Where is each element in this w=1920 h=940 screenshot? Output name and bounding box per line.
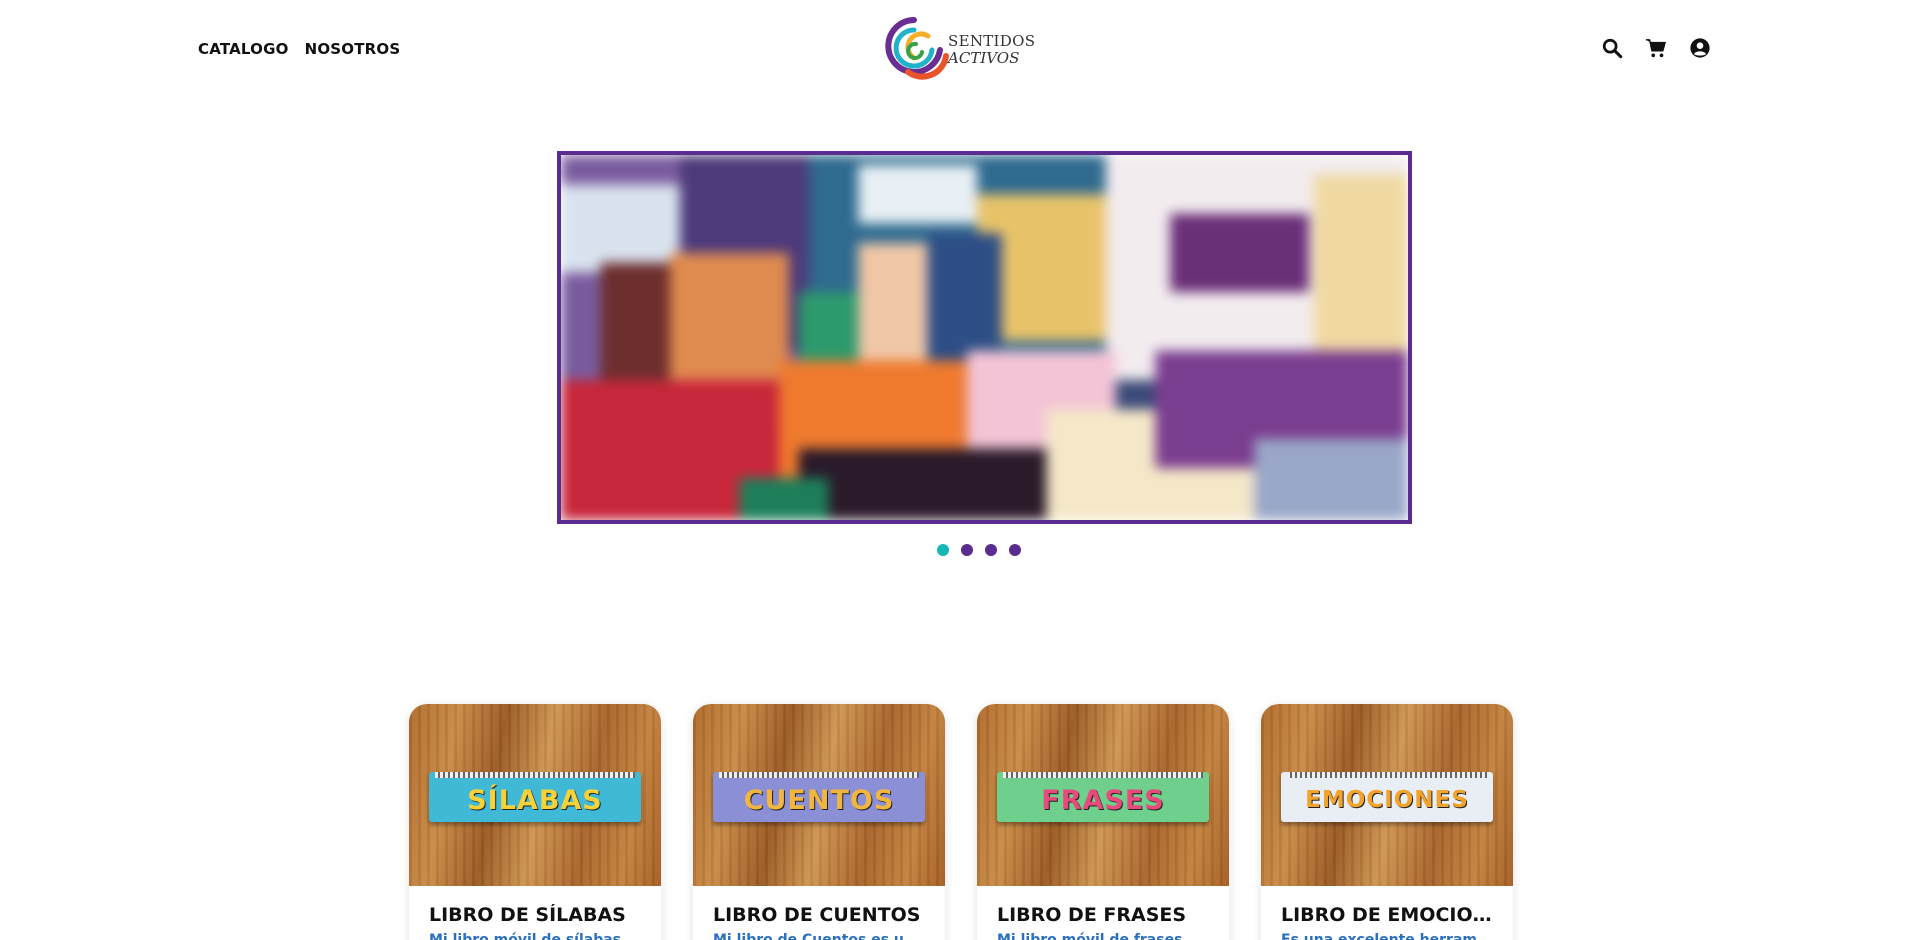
header-icons [1600,36,1712,60]
nav-nosotros-link[interactable]: NOSOTROS [305,40,401,58]
product-title: LIBRO DE FRASES [997,904,1187,926]
carousel-indicators [937,544,1021,556]
product-description: Mi libro móvil de sílabas es un recurso … [429,932,641,940]
product-card[interactable]: FRASES LIBRO DE FRASES Mi libro móvil de… [977,704,1229,940]
logo-line2: ACTIVOS [948,49,1020,67]
nav-catalogo-link[interactable]: CATALOGO [198,40,289,58]
book-cover-word: CUENTOS [743,784,895,816]
product-image: CUENTOS [693,704,945,886]
product-image: FRASES [977,704,1229,886]
product-image: SÍLABAS [409,704,661,886]
product-card[interactable]: SÍLABAS LIBRO DE SÍLABAS Mi libro móvil … [409,704,661,940]
site-header: CATALOGO NOSOTROS SENTIDOS ACTIVOS [0,0,1920,100]
product-card[interactable]: EMOCIONES LIBRO DE EMOCIONES Es una exce… [1261,704,1513,940]
book-cover: FRASES [997,772,1209,822]
logo-wordmark: SENTIDOS ACTIVOS [948,33,1035,67]
product-card[interactable]: CUENTOS LIBRO DE CUENTOS Mi libro de Cue… [693,704,945,940]
user-icon[interactable] [1688,36,1712,60]
book-cover-word: FRASES [1041,784,1165,816]
carousel-dot-4[interactable] [1009,544,1021,556]
carousel-slide-image [561,155,1408,520]
book-cover-word: SÍLABAS [467,784,603,816]
product-grid: SÍLABAS LIBRO DE SÍLABAS Mi libro móvil … [409,704,1513,940]
product-title: LIBRO DE SÍLABAS [429,904,626,926]
product-description: Mi libro móvil de frases es un recurso [997,932,1209,940]
carousel-dot-3[interactable] [985,544,997,556]
brand-logo[interactable]: SENTIDOS ACTIVOS [884,14,1035,86]
product-image: EMOCIONES [1261,704,1513,886]
product-title: LIBRO DE CUENTOS [713,904,921,926]
carousel-dot-1[interactable] [937,544,949,556]
product-title: LIBRO DE EMOCIONES [1281,904,1493,926]
product-description: Es una excelente herramienta para [1281,932,1493,940]
main-nav: CATALOGO NOSOTROS [198,40,400,58]
cart-icon[interactable] [1644,36,1668,60]
hero-carousel[interactable] [557,151,1412,524]
book-cover: CUENTOS [713,772,925,822]
book-cover-word: EMOCIONES [1305,787,1469,813]
product-description: Mi libro de Cuentos es una herramienta [713,932,925,940]
book-cover: EMOCIONES [1281,772,1493,822]
book-cover: SÍLABAS [429,772,641,822]
carousel-dot-2[interactable] [961,544,973,556]
logo-line1: SENTIDOS [948,32,1036,50]
logo-mark-icon [885,17,949,80]
search-icon[interactable] [1600,36,1624,60]
